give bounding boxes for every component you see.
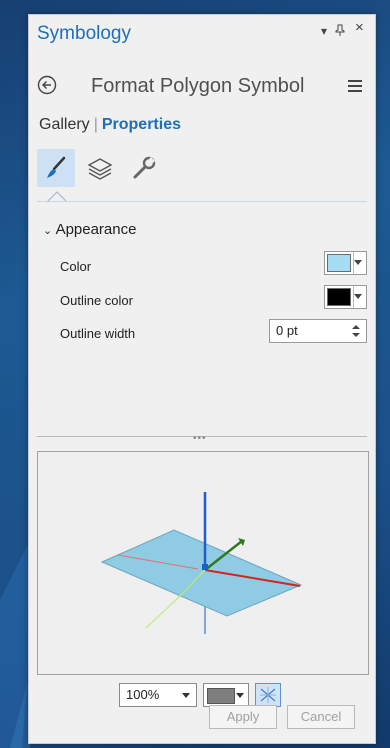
- outline-width-stepper[interactable]: 0 pt: [269, 319, 367, 343]
- format-header: Format Polygon Symbol: [29, 73, 375, 103]
- splitter-grip[interactable]: •••: [193, 433, 207, 444]
- pin-icon[interactable]: [335, 24, 345, 39]
- tab-separator: |: [93, 116, 98, 133]
- tab-properties[interactable]: Properties: [102, 116, 181, 133]
- apply-button[interactable]: Apply: [209, 705, 277, 729]
- pane-titlebar: Symbology ▾ ×: [29, 15, 375, 51]
- color-swatch: [327, 254, 351, 272]
- background-swatch: [207, 688, 235, 704]
- structure-tab[interactable]: [125, 149, 163, 187]
- outline-width-label: Outline width: [60, 326, 136, 341]
- polygon-preview-graphic: [100, 492, 303, 634]
- symbology-pane: Symbology ▾ × Format Polygon Symbol Gall…: [28, 14, 376, 744]
- chevron-down-icon: ⌄: [43, 225, 53, 237]
- zoom-select[interactable]: 100%: [119, 683, 197, 707]
- tab-underline: [37, 201, 367, 202]
- color-picker[interactable]: [324, 251, 367, 275]
- back-arrow-icon[interactable]: [37, 75, 57, 95]
- outline-color-picker[interactable]: [324, 285, 367, 309]
- zoom-value: 100%: [126, 687, 160, 702]
- wrench-icon: [133, 156, 156, 179]
- pane-title: Symbology: [37, 23, 131, 44]
- stepper-arrows-icon[interactable]: [352, 322, 360, 340]
- view-tabs: Gallery | Properties: [39, 116, 181, 134]
- paintbrush-icon: [47, 156, 66, 178]
- symbol-preview[interactable]: [37, 451, 369, 675]
- cancel-button[interactable]: Cancel: [287, 705, 355, 729]
- close-icon[interactable]: ×: [355, 20, 364, 35]
- preview-background-picker[interactable]: [203, 683, 249, 707]
- property-category-tabs: [37, 149, 367, 187]
- layers-icon: [87, 158, 113, 180]
- color-label: Color: [60, 259, 92, 274]
- axes-icon: [260, 687, 276, 703]
- tab-gallery[interactable]: Gallery: [39, 116, 90, 133]
- symbol-tab[interactable]: [37, 149, 75, 187]
- outline-width-value: 0 pt: [276, 323, 298, 338]
- section-label: Appearance: [55, 221, 137, 238]
- chevron-down-icon: [236, 693, 244, 698]
- outline-color-label: Outline color: [60, 293, 133, 308]
- chevron-down-icon: [182, 693, 190, 698]
- page-title: Format Polygon Symbol: [91, 75, 305, 97]
- hamburger-menu-icon[interactable]: [347, 79, 363, 93]
- chevron-down-icon: [354, 260, 362, 265]
- axes-toggle-button[interactable]: [255, 683, 281, 707]
- outline-color-swatch: [327, 288, 351, 306]
- appearance-section-header[interactable]: ⌄ Appearance: [43, 221, 136, 238]
- chevron-down-icon: [354, 294, 362, 299]
- layers-tab[interactable]: [81, 149, 119, 187]
- pane-options-button[interactable]: ▾: [321, 24, 327, 38]
